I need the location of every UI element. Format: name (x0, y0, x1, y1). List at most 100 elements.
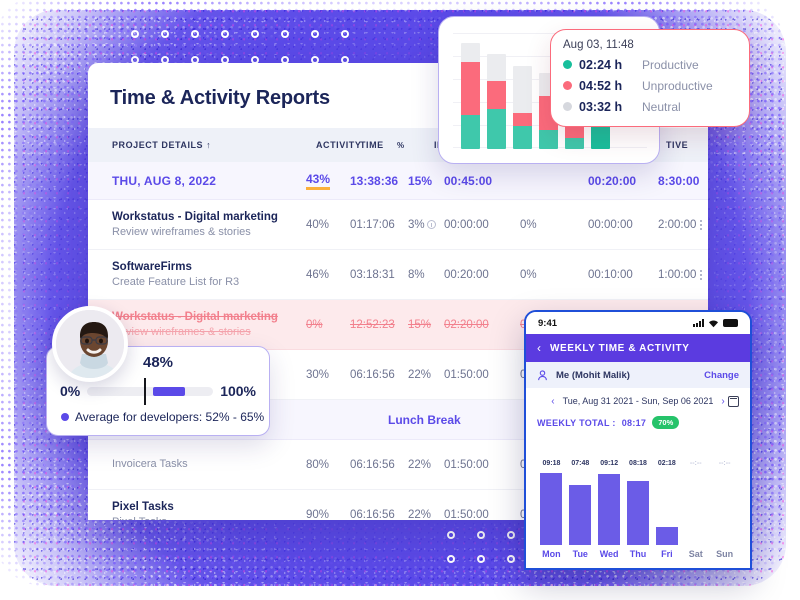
back-chevron-icon[interactable]: ‹ (537, 341, 541, 355)
change-user-button[interactable]: Change (704, 370, 739, 381)
column-header-project-details-label: PROJECT DETAILS (112, 140, 204, 150)
chart-bar[interactable] (487, 54, 506, 149)
chart-tooltip: Aug 03, 11:48 02:24 h Productive 04:52 h Un… (550, 29, 750, 127)
date-prev-button[interactable]: ‹ (551, 396, 554, 407)
row-activity: 80% (306, 458, 330, 471)
row-percent: 22% (408, 458, 432, 471)
row-percent: 22% (408, 508, 432, 521)
row-time: 06:16:56 (350, 508, 395, 521)
summary-date: THU, AUG 8, 2022 (112, 173, 217, 188)
summary-total: 8:30:00 (658, 173, 700, 188)
row-project-details: SoftwareFirms Create Feature List for R3 (112, 260, 239, 290)
weekly-tick-label: 09:12 (600, 460, 619, 467)
decorative-dot (447, 555, 455, 563)
table-row[interactable]: SoftwareFirms Create Feature List for R3 4… (88, 250, 708, 300)
phone-app-bar: ‹ WEEKLY TIME & ACTIVITY (526, 334, 750, 362)
column-header-time[interactable]: TIME (360, 140, 384, 150)
chart-bar[interactable] (565, 125, 584, 149)
column-header-project-details[interactable]: PROJECT DETAILS ↑ (112, 140, 211, 150)
weekly-bar (569, 485, 592, 545)
weekly-bar-slot[interactable] (624, 471, 653, 545)
row-manual: 00:00:00 (588, 218, 633, 231)
row-time: 12:52:23 (350, 318, 395, 331)
person-icon (538, 369, 547, 380)
weekly-day-label: Sat (688, 549, 703, 559)
progress-track[interactable] (87, 377, 214, 405)
row-menu-button[interactable] (700, 269, 702, 280)
weekly-bar-slot[interactable] (537, 471, 566, 545)
chart-bar[interactable] (461, 43, 480, 149)
calendar-icon[interactable] (728, 395, 739, 407)
chart-bar-segment-productive (513, 125, 532, 149)
row-project-subtitle: Invoicera Tasks (112, 458, 188, 470)
phone-screen-title: WEEKLY TIME & ACTIVITY (550, 342, 690, 354)
phone-date-range-row: ‹ Tue, Aug 31 2021 - Sun, Sep 06 2021 › (526, 388, 750, 414)
row-project-subtitle: Pixel Tasks (112, 515, 174, 521)
decorative-dot (251, 30, 259, 38)
tooltip-value: 03:32 h (579, 99, 623, 114)
tooltip-entry: 03:32 h Neutral (563, 96, 737, 117)
weekly-bar-slot[interactable] (566, 471, 595, 545)
row-percent: 8% (408, 268, 425, 281)
tooltip-date: Aug 03, 11:48 (563, 39, 634, 51)
row-activity: 90% (306, 508, 330, 521)
summary-manual: 00:20:00 (588, 173, 637, 188)
chart-bar[interactable] (513, 66, 532, 149)
sort-arrow-icon: ↑ (206, 140, 212, 150)
column-header-activity[interactable]: ACTIVITY (316, 140, 361, 150)
row-project-title: Pixel Tasks (112, 500, 174, 513)
row-project-title: Workstatus - Digital marketing (112, 310, 278, 323)
row-total: 1:00:00 (658, 268, 697, 281)
row-percent: 22% (408, 368, 432, 381)
row-project-details: Invoicera Tasks (112, 457, 188, 472)
status-indicators (693, 319, 738, 328)
chart-bar-segment-productive (461, 115, 480, 149)
chart-bar-segment-unproductive (487, 81, 506, 109)
phone-status-bar: 9:41 (526, 312, 750, 334)
date-next-button[interactable]: › (721, 396, 724, 407)
progress-marker[interactable] (143, 377, 147, 405)
weekly-day-label: Wed (599, 549, 619, 559)
row-project-title: SoftwareFirms (112, 260, 192, 273)
row-project-details: Workstatus - Digital marketing Review wir… (112, 210, 278, 240)
weekly-bar-slot[interactable] (652, 471, 681, 545)
row-idle-percent: 0% (520, 268, 537, 281)
column-header-productive[interactable]: TIVE (666, 140, 688, 150)
table-row[interactable]: Workstatus - Digital marketing Review wir… (88, 200, 708, 250)
progress-min-label: 0% (60, 383, 81, 399)
weekly-bar-slot[interactable] (595, 471, 624, 545)
decorative-dot (161, 30, 169, 38)
summary-time: 13:38:36 (350, 173, 399, 188)
screenshot-root: Time & Activity Reports PROJECT DETAILS … (0, 0, 800, 600)
chart-bar-segment-neutral (487, 54, 506, 82)
row-total: 2:00:00 (658, 218, 697, 231)
row-menu-button[interactable] (700, 219, 702, 230)
weekly-bar-slot[interactable] (681, 471, 710, 545)
row-project-subtitle: Create Feature List for R3 (112, 275, 240, 288)
tooltip-label: Neutral (642, 99, 681, 114)
progress-legend: Average for developers: 52% - 65% (61, 410, 264, 424)
weekly-bar-slot[interactable] (710, 471, 739, 545)
summary-row: THU, AUG 8, 2022 43% 13:38:36 15% 00:45:… (88, 162, 708, 200)
row-percent: 15% (408, 318, 432, 331)
tooltip-value: 04:52 h (579, 78, 623, 93)
row-activity: 40% (306, 218, 330, 231)
progress-slider[interactable]: 0% 100% (60, 377, 256, 405)
row-activity: 30% (306, 368, 330, 381)
decorative-dot (477, 531, 485, 539)
weekly-day-label: Tue (572, 549, 588, 559)
column-header-percent[interactable]: % (397, 141, 405, 150)
row-project-title: Workstatus - Digital marketing (112, 210, 278, 223)
chart-bar-segment-unproductive (461, 62, 480, 116)
decorative-dot (281, 30, 289, 38)
weekly-bar (598, 474, 621, 545)
weekly-chart-bars[interactable] (537, 471, 739, 545)
info-icon[interactable] (426, 219, 436, 229)
weekly-bar (655, 527, 678, 545)
progress-legend-label: Average for developers: 52% - 65% (75, 410, 265, 424)
tooltip-color-dot (563, 60, 572, 69)
chart-bar-segment-neutral (513, 66, 532, 113)
row-project-subtitle: Review wireframes & stories (112, 325, 251, 338)
row-project-details: Pixel Tasks Pixel Tasks (112, 500, 174, 521)
weekly-tick-label: --:-- (689, 460, 702, 467)
